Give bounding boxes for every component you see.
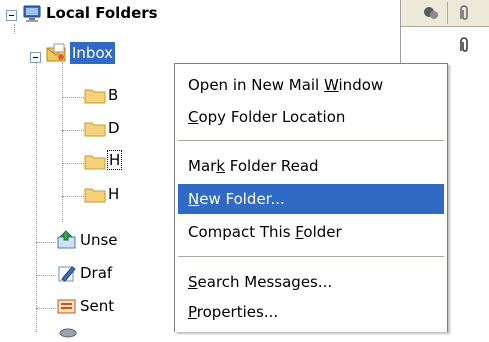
tree-item-subfolder[interactable]: H (107, 150, 123, 170)
context-menu: Open in New Mail Window Copy Folder Loca… (174, 63, 448, 332)
tree-line (36, 242, 56, 243)
tree-item-unsent[interactable]: Unse (80, 231, 118, 249)
trash-icon (58, 324, 78, 342)
attachment-icon (457, 36, 471, 58)
menu-item-open-in-new-window[interactable]: Open in New Mail Window (178, 70, 444, 100)
tree-item-sent[interactable]: Sent (80, 297, 114, 315)
menu-separator (178, 256, 444, 257)
tree-line (62, 163, 84, 164)
tree-item-subfolder[interactable]: D (108, 119, 120, 137)
tree-item-subfolder[interactable]: B (108, 86, 118, 104)
tree-line (36, 275, 56, 276)
tree-line (14, 24, 15, 34)
folder-icon (84, 185, 106, 207)
folder-icon (84, 86, 106, 108)
computer-icon (22, 4, 42, 28)
menu-item-search-messages[interactable]: Search Messages... (178, 267, 444, 297)
unsent-icon (56, 230, 78, 254)
column-header (401, 0, 489, 27)
menu-item-properties[interactable]: Properties... (178, 297, 444, 327)
drafts-icon (56, 263, 78, 287)
tree-line (36, 52, 37, 332)
folder-icon (84, 152, 106, 174)
inbox-icon (46, 43, 68, 67)
sent-icon (56, 296, 78, 320)
tree-item-drafts[interactable]: Draf (80, 264, 112, 282)
tree-line (62, 130, 84, 131)
tree-line (62, 97, 84, 98)
tree-line (62, 62, 63, 222)
collapse-toggle-local-folders[interactable] (6, 10, 17, 21)
folder-icon (84, 119, 106, 141)
menu-item-mark-folder-read[interactable]: Mark Folder Read (178, 151, 444, 181)
menu-item-new-folder[interactable]: New Folder... (178, 184, 444, 214)
tree-line (62, 196, 84, 197)
menu-item-copy-folder-location[interactable]: Copy Folder Location (178, 102, 444, 132)
tree-line (36, 308, 56, 309)
attachment-icon[interactable] (457, 4, 471, 26)
collapse-toggle-inbox[interactable] (30, 52, 41, 63)
tree-item-local-folders[interactable]: Local Folders (46, 4, 158, 22)
tree-item-inbox[interactable]: Inbox (70, 42, 116, 64)
menu-separator (178, 140, 444, 141)
thread-icon[interactable] (423, 5, 439, 25)
menu-item-compact-folder[interactable]: Compact This Folder (178, 217, 444, 247)
tree-item-subfolder[interactable]: H (108, 185, 119, 203)
